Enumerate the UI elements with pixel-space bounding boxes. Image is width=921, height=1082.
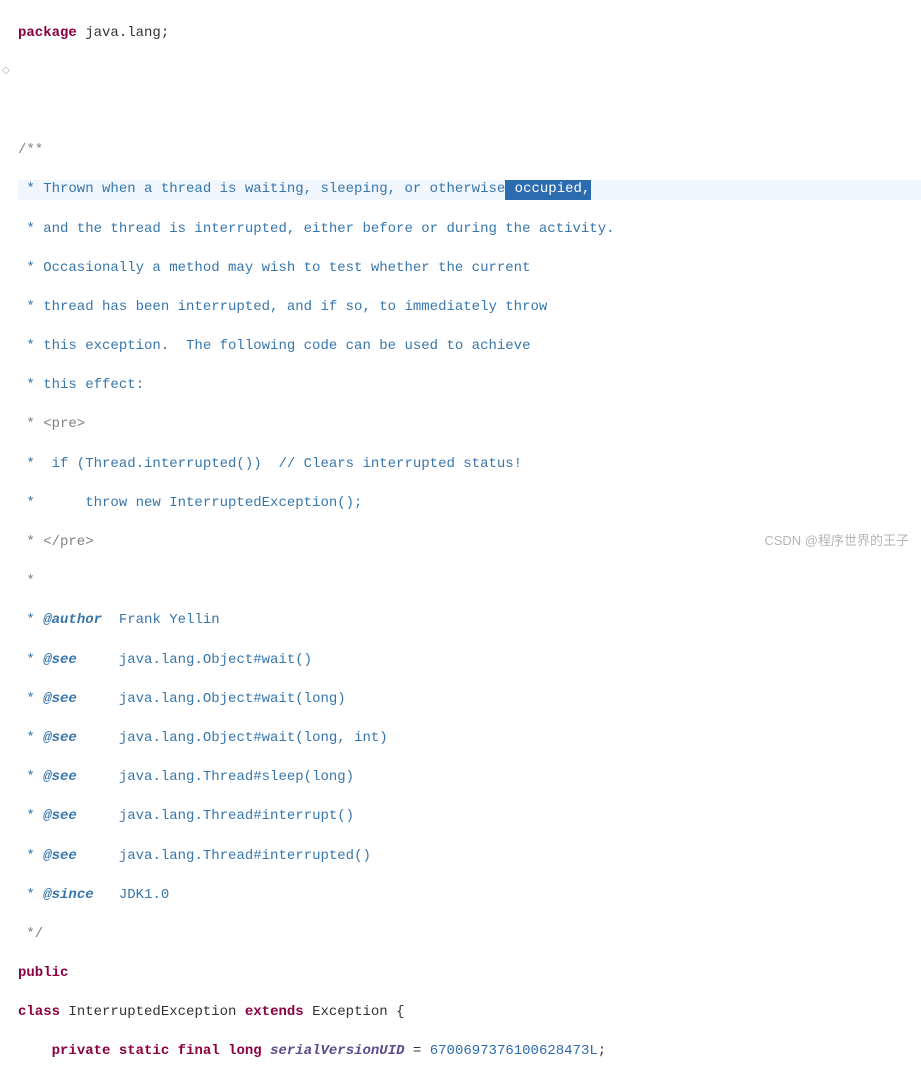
comment-prefix: * xyxy=(18,729,43,749)
code-line: private static final long serialVersionU… xyxy=(18,1042,921,1062)
gutter-fold-marker: ◇ xyxy=(2,65,10,79)
package-name: java.lang; xyxy=(77,24,169,44)
comment-text: * this effect: xyxy=(18,376,144,396)
javadoc-close: */ xyxy=(18,925,921,945)
keyword-extends: extends xyxy=(245,1003,304,1023)
comment-text: * and the thread is interrupted, either … xyxy=(18,220,615,240)
javadoc-tag-see: @see xyxy=(43,768,77,788)
comment-prefix: * xyxy=(18,611,43,631)
code-line: class InterruptedException extends Excep… xyxy=(18,1003,921,1023)
author-value: Frank Yellin xyxy=(102,611,220,631)
javadoc-open: /** xyxy=(18,141,921,161)
keyword-package: package xyxy=(18,24,77,44)
comment-text: * throw new InterruptedException(); xyxy=(18,494,362,514)
comment-text: * Thrown when a thread is waiting, sleep… xyxy=(18,180,505,200)
javadoc-tag-line: * @see java.lang.Object#wait(long) xyxy=(18,690,921,710)
javadoc-tag-see: @see xyxy=(43,690,77,710)
javadoc-tag-line: * @see java.lang.Object#wait() xyxy=(18,651,921,671)
javadoc-line: * this effect: xyxy=(18,376,921,396)
see-value: java.lang.Thread#sleep(long) xyxy=(77,768,354,788)
code-line-blank xyxy=(18,63,921,83)
comment-text: * this exception. The following code can… xyxy=(18,337,530,357)
javadoc-line: * if (Thread.interrupted()) // Clears in… xyxy=(18,455,921,475)
keyword-public: public xyxy=(18,964,68,984)
keyword-final: final xyxy=(178,1042,220,1062)
javadoc-line: * xyxy=(18,572,921,592)
javadoc-tag-since: @since xyxy=(43,886,93,906)
extends-name: Exception { xyxy=(304,1003,405,1023)
since-value: JDK1.0 xyxy=(94,886,170,906)
see-value: java.lang.Thread#interrupt() xyxy=(77,807,354,827)
javadoc-tag-see: @see xyxy=(43,651,77,671)
class-name: InterruptedException xyxy=(60,1003,245,1023)
javadoc-tag-line: * @see java.lang.Thread#interrupt() xyxy=(18,807,921,827)
comment-prefix: * xyxy=(18,690,43,710)
comment-text: */ xyxy=(18,925,43,945)
comment-prefix: * xyxy=(18,847,43,867)
comment-text: * if (Thread.interrupted()) // Clears in… xyxy=(18,455,522,475)
see-value: java.lang.Object#wait(long, int) xyxy=(77,729,388,749)
keyword-static: static xyxy=(119,1042,169,1062)
selected-text: occupied, xyxy=(505,180,591,200)
javadoc-line: * Occasionally a method may wish to test… xyxy=(18,259,921,279)
javadoc-tag-line: * @see java.lang.Object#wait(long, int) xyxy=(18,729,921,749)
comment-text: /** xyxy=(18,141,43,161)
javadoc-tag-author: @author xyxy=(43,611,102,631)
javadoc-tag-line: * @author Frank Yellin xyxy=(18,611,921,631)
comment-prefix: * xyxy=(18,886,43,906)
see-value: java.lang.Object#wait(long) xyxy=(77,690,346,710)
semicolon: ; xyxy=(598,1042,606,1062)
javadoc-line: * throw new InterruptedException(); xyxy=(18,494,921,514)
comment-text: * </pre> xyxy=(18,533,94,553)
javadoc-tag-line: * @since JDK1.0 xyxy=(18,886,921,906)
keyword-class: class xyxy=(18,1003,60,1023)
see-value: java.lang.Thread#interrupted() xyxy=(77,847,371,867)
javadoc-line-highlighted: * Thrown when a thread is waiting, sleep… xyxy=(18,180,921,200)
comment-prefix: * xyxy=(18,768,43,788)
see-value: java.lang.Object#wait() xyxy=(77,651,312,671)
code-editor[interactable]: package java.lang; /** * Thrown when a t… xyxy=(0,0,921,1082)
javadoc-line: * thread has been interrupted, and if so… xyxy=(18,298,921,318)
javadoc-line: * <pre> xyxy=(18,415,921,435)
javadoc-line: * and the thread is interrupted, either … xyxy=(18,220,921,240)
javadoc-tag-see: @see xyxy=(43,729,77,749)
numeric-literal: 6700697376100628473L xyxy=(430,1042,598,1062)
comment-text: * thread has been interrupted, and if so… xyxy=(18,298,547,318)
javadoc-tag-see: @see xyxy=(43,847,77,867)
comment-text: * Occasionally a method may wish to test… xyxy=(18,259,530,279)
javadoc-line: * </pre> xyxy=(18,533,921,553)
javadoc-tag-line: * @see java.lang.Thread#sleep(long) xyxy=(18,768,921,788)
comment-prefix: * xyxy=(18,807,43,827)
keyword-long: long xyxy=(228,1042,262,1062)
javadoc-line: * this exception. The following code can… xyxy=(18,337,921,357)
comment-prefix: * xyxy=(18,651,43,671)
code-line: public xyxy=(18,964,921,984)
field-name: serialVersionUID xyxy=(270,1042,404,1062)
keyword-private: private xyxy=(52,1042,111,1062)
code-line: package java.lang; xyxy=(18,24,921,44)
comment-text: * xyxy=(18,572,35,592)
comment-text: * <pre> xyxy=(18,415,85,435)
equals-sign: = xyxy=(405,1042,430,1062)
javadoc-tag-line: * @see java.lang.Thread#interrupted() xyxy=(18,847,921,867)
code-line-blank xyxy=(18,102,921,122)
javadoc-tag-see: @see xyxy=(43,807,77,827)
